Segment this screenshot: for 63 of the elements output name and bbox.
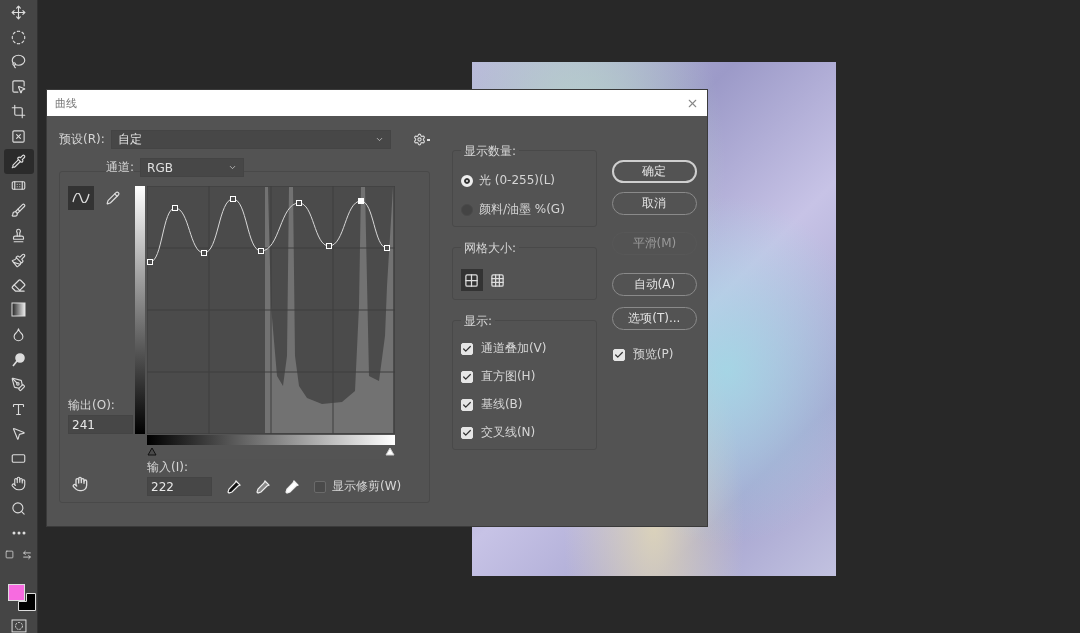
pencil-icon — [106, 191, 120, 205]
type-icon — [11, 401, 26, 417]
pointer-square-icon — [11, 79, 26, 95]
gradient-square-icon — [11, 302, 26, 318]
checkbox-label: 显示修剪(W) — [332, 478, 402, 495]
lasso-icon — [11, 54, 26, 70]
hand-icon — [11, 476, 26, 492]
triangle-slider-handle[interactable] — [147, 447, 157, 456]
droplet-icon — [11, 327, 26, 343]
stamp-icon — [11, 228, 26, 244]
crossed-square-icon — [11, 128, 26, 144]
foreground-color-swatch[interactable] — [7, 583, 25, 601]
eyedropper-icon[interactable] — [284, 478, 300, 495]
checkbox-label: 通道叠加(V) — [480, 340, 547, 357]
default-colors-icon[interactable] — [5, 550, 14, 560]
move-icon — [11, 4, 26, 20]
dialog-title: 曲线 — [55, 95, 77, 111]
curve-drawing[interactable] — [147, 196, 390, 265]
channel-dropdown[interactable]: RGB — [140, 158, 245, 177]
dialog-button[interactable]: 确定 — [611, 160, 697, 183]
arrow-pointer-icon — [11, 426, 26, 442]
curve-tool-button[interactable] — [68, 186, 94, 210]
preset-dropdown[interactable]: 自定 — [110, 130, 391, 149]
eyedropper-icon — [11, 153, 26, 169]
checkbox-label: 基线(B) — [480, 396, 523, 413]
wave-curve-icon — [72, 193, 90, 203]
background-color-swatch[interactable] — [17, 592, 36, 611]
output-field[interactable]: 241 — [68, 415, 133, 434]
checkbox[interactable] — [314, 480, 326, 493]
checkbox-label: 交叉线(N) — [480, 424, 536, 441]
fine-grid-icon — [490, 272, 506, 288]
brush-icon — [11, 203, 26, 219]
hand-icon[interactable] — [72, 476, 88, 492]
output-label: 输出(O): — [68, 397, 116, 414]
chevron-icon — [228, 163, 238, 172]
preset-label: 预设(R): — [59, 131, 105, 148]
group-title: 显示数量: — [460, 143, 519, 160]
search-icon — [11, 500, 26, 516]
swap-arrows-icon[interactable] — [22, 549, 32, 560]
lollipop-icon — [11, 352, 26, 368]
checkbox-label: 直方图(H) — [480, 368, 536, 385]
eyedropper-icon[interactable] — [255, 478, 271, 495]
chevron-icon — [374, 135, 384, 144]
eraser-icon — [11, 277, 26, 293]
group-title: 显示: — [460, 313, 495, 330]
input-field[interactable]: 222 — [147, 477, 212, 496]
dashed-circle-icon — [11, 29, 26, 45]
more-icon — [11, 531, 26, 536]
tool-button[interactable] — [3, 148, 34, 174]
group-title: 网格大小: — [460, 240, 519, 257]
radio-label: 光 (0-255)(L) — [478, 172, 556, 189]
checkbox-label: 预览(P) — [632, 346, 674, 363]
quick-mask-icon[interactable] — [10, 619, 27, 633]
input-label: 输入(I): — [147, 459, 189, 476]
radio-label: 颜料/油墨 %(G) — [478, 201, 565, 218]
pen-icon — [11, 376, 26, 392]
eyedropper-icon[interactable] — [226, 478, 242, 495]
coarse-grid-button[interactable] — [460, 269, 483, 291]
paintbrush-icon — [11, 252, 26, 268]
crop-icon — [11, 104, 26, 120]
gear-icon[interactable] — [412, 133, 430, 146]
grid-icon — [464, 272, 480, 288]
input-slider-track[interactable] — [147, 445, 395, 459]
